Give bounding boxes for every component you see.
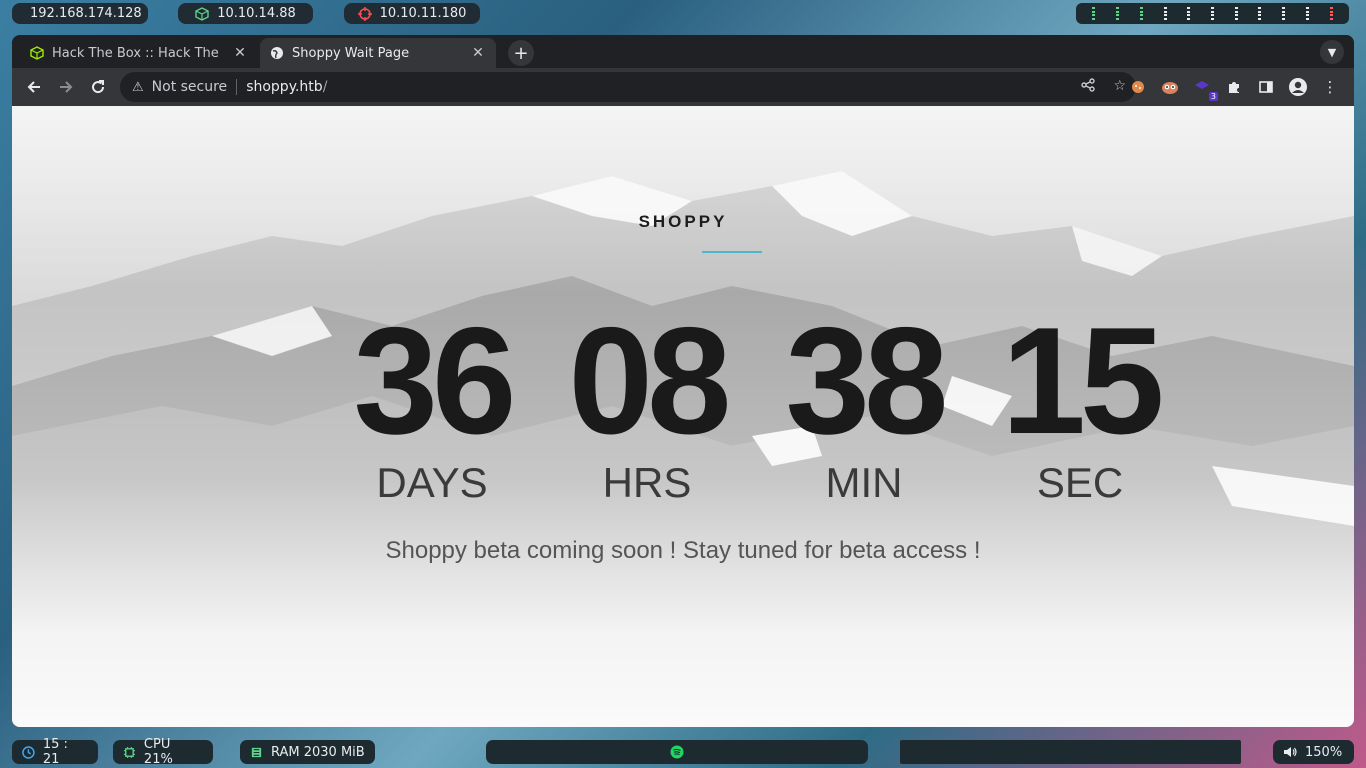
clock-widget[interactable]: 15 : 21 [12, 737, 98, 767]
workspace-10[interactable] [1305, 7, 1309, 20]
address-bar[interactable]: ⚠ Not secure shoppy.htb/ ☆ [120, 72, 1136, 102]
tab-title: Hack The Box :: Hack The B [52, 45, 222, 61]
arrow-left-icon [27, 81, 40, 93]
extension-cookie-icon[interactable] [1128, 77, 1148, 97]
countdown-days-unit: DAYS [376, 459, 488, 506]
speaker-icon [1284, 747, 1297, 757]
ram-text: RAM 2030 MiB [271, 744, 365, 760]
workspace-6[interactable] [1210, 7, 1214, 20]
workspace-11[interactable] [1329, 7, 1333, 20]
workspace-9[interactable] [1282, 7, 1286, 20]
close-tab-icon[interactable]: ✕ [470, 45, 486, 61]
system-top-bar: 192.168.174.128 10.10.14.88 10.10.11.180 [0, 3, 1366, 25]
countdown-minutes-unit: MIN [825, 459, 903, 506]
local-ip-widget[interactable]: 192.168.174.128 [12, 3, 148, 24]
ram-widget[interactable]: RAM 2030 MiB [240, 740, 375, 764]
countdown-days: 36 DAYS [342, 296, 522, 506]
plus-icon: + [513, 42, 529, 64]
volume-text: 150% [1305, 744, 1343, 760]
chevron-down-icon: ▼ [1327, 45, 1337, 59]
countdown-minutes-value: 38 [785, 296, 948, 466]
local-ip-text: 192.168.174.128 [30, 6, 142, 21]
clock-icon [22, 745, 35, 759]
new-tab-button[interactable]: + [508, 40, 534, 66]
arrow-right-icon [60, 81, 73, 93]
close-tab-icon[interactable]: ✕ [232, 45, 248, 61]
browser-toolbar: ⚠ Not secure shoppy.htb/ ☆ 3 ⋮ [12, 68, 1354, 106]
countdown-seconds-unit: SEC [1036, 459, 1124, 506]
htb-cube-icon [30, 46, 44, 60]
workspace-1[interactable] [1092, 7, 1096, 20]
tab-shoppy[interactable]: Shoppy Wait Page ✕ [260, 38, 496, 68]
profile-avatar-icon[interactable] [1288, 77, 1308, 97]
workspace-indicator[interactable] [1076, 3, 1349, 24]
workspace-8[interactable] [1258, 7, 1262, 20]
system-bottom-bar: 15 : 21 CPU 21% RAM 2030 MiB 150% [0, 737, 1366, 767]
workspace-7[interactable] [1234, 7, 1238, 20]
workspace-5[interactable] [1187, 7, 1191, 20]
workspace-4[interactable] [1163, 7, 1167, 20]
puzzle-icon[interactable] [1224, 77, 1244, 97]
spotify-icon [670, 745, 684, 759]
globe-icon [271, 47, 283, 59]
reload-button[interactable] [82, 71, 114, 103]
cpu-widget[interactable]: CPU 21% [113, 737, 213, 767]
memory-icon [251, 747, 262, 757]
chip-icon [123, 746, 135, 758]
url-path: / [322, 79, 328, 95]
extensions-area: 3 ⋮ [1128, 68, 1340, 106]
countdown-hours-unit: HRS [602, 459, 692, 506]
extension-wappalyzer-icon[interactable]: 3 [1192, 77, 1218, 101]
media-player-widget[interactable] [486, 740, 868, 764]
warning-icon[interactable]: ⚠ [132, 80, 144, 95]
forward-button[interactable] [50, 71, 82, 103]
countdown-seconds: 15 SEC [990, 296, 1170, 506]
back-button[interactable] [18, 71, 50, 103]
target-icon [357, 6, 372, 21]
browser-window: Hack The Box :: Hack The B ✕ Shoppy Wait… [12, 35, 1354, 727]
brand-underline [702, 251, 762, 253]
tab-hackthebox[interactable]: Hack The Box :: Hack The B ✕ [20, 38, 258, 68]
vpn-ip-text: 10.10.14.88 [217, 6, 296, 21]
site-brand-title: SHOPPY [638, 212, 728, 231]
kebab-menu-icon[interactable]: ⋮ [1320, 77, 1340, 97]
workspace-3[interactable] [1139, 7, 1143, 20]
countdown-hours: 08 HRS [557, 296, 737, 506]
vpn-ip-widget[interactable]: 10.10.14.88 [178, 3, 313, 24]
side-panel-icon[interactable] [1256, 77, 1276, 97]
tab-strip: Hack The Box :: Hack The B ✕ Shoppy Wait… [12, 35, 1354, 68]
workspace-2[interactable] [1116, 7, 1120, 20]
divider [236, 79, 238, 95]
star-icon[interactable]: ☆ [1113, 78, 1126, 94]
security-status[interactable]: Not secure [152, 79, 228, 95]
tab-title: Shoppy Wait Page [292, 45, 410, 61]
countdown-hours-value: 08 [568, 296, 731, 466]
cube-icon [195, 6, 209, 21]
share-icon[interactable] [1081, 78, 1096, 92]
reload-icon [92, 80, 105, 94]
countdown-minutes: 38 MIN [774, 296, 954, 506]
tab-search-button[interactable]: ▼ [1320, 40, 1344, 64]
window-title-widget [900, 740, 1241, 764]
target-ip-text: 10.10.11.180 [379, 6, 467, 21]
extension-owl-icon[interactable] [1160, 77, 1180, 97]
countdown-seconds-value: 15 [1001, 296, 1164, 466]
volume-widget[interactable]: 150% [1273, 740, 1354, 764]
countdown-days-value: 36 [353, 296, 516, 466]
target-ip-widget[interactable]: 10.10.11.180 [344, 3, 480, 24]
extension-badge: 3 [1208, 92, 1218, 101]
coming-soon-message: Shoppy beta coming soon ! Stay tuned for… [385, 537, 981, 564]
clock-text: 15 : 21 [42, 737, 68, 767]
url-host: shoppy.htb [246, 79, 323, 95]
cpu-text: CPU 21% [143, 737, 173, 767]
url-text[interactable]: shoppy.htb/ [246, 79, 327, 95]
page-content: SHOPPY 36 DAYS 08 HRS 38 MIN 15 SEC Shop… [12, 106, 1354, 727]
